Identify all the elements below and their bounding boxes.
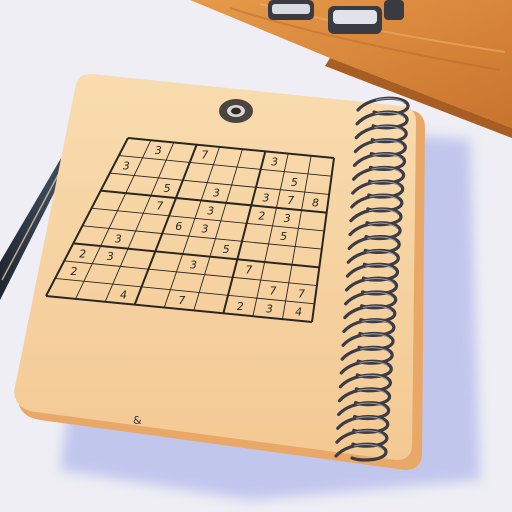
sudoku-cell-digit: 3 — [155, 144, 162, 157]
sudoku-cell-digit: 7 — [287, 194, 294, 207]
notepad-scene: 3 73355 3 3 7 87 3 2 36 35352 33 727 74 7 2 3 4 & — [0, 0, 512, 512]
sudoku-cell-digit: 8 — [312, 196, 319, 209]
sudoku-cell-digit: 7 — [178, 294, 185, 307]
sudoku-cell-digit: 7 — [270, 285, 277, 298]
sudoku-cell-digit: 5 — [291, 176, 298, 189]
sudoku-cell-digit: 5 — [164, 182, 171, 195]
sudoku-cell-digit: 7 — [298, 287, 305, 300]
sudoku-cell-digit: 7 — [201, 149, 208, 162]
sudoku-cell-digit: 7 — [156, 200, 163, 213]
sudoku-cell-digit: 3 — [202, 223, 209, 236]
sudoku-cell-digit: 3 — [263, 192, 270, 205]
sudoku-cell-digit: 2 — [70, 265, 77, 278]
sudoku-cell-digit: 3 — [284, 212, 291, 225]
sudoku-cell-digit: 4 — [295, 305, 302, 318]
sudoku-cell-digit: 3 — [123, 160, 130, 173]
page-mark: & — [133, 414, 142, 427]
sudoku-cell-digit: 3 — [107, 250, 114, 263]
sudoku-cell-digit: 4 — [120, 288, 127, 301]
sudoku-cell-digit: 5 — [280, 230, 287, 243]
sudoku-cell-digit: 5 — [223, 243, 230, 256]
sudoku-cell-digit: 2 — [237, 300, 244, 313]
sudoku-cell-digit: 3 — [115, 233, 122, 246]
sudoku-cell-digit: 7 — [245, 264, 252, 277]
sudoku-cell-digit: 3 — [266, 303, 273, 316]
punch-hole-icon — [219, 99, 253, 123]
sudoku-cell-digit: 3 — [207, 205, 214, 218]
sudoku-cell-digit: 2 — [79, 247, 86, 260]
sudoku-cell-digit: 3 — [190, 258, 197, 271]
sudoku-cell-digit: 3 — [213, 187, 220, 200]
sudoku-cell-digit: 6 — [175, 220, 182, 233]
sudoku-cell-digit: 3 — [271, 155, 278, 168]
sudoku-cell-digit: 2 — [258, 210, 265, 223]
